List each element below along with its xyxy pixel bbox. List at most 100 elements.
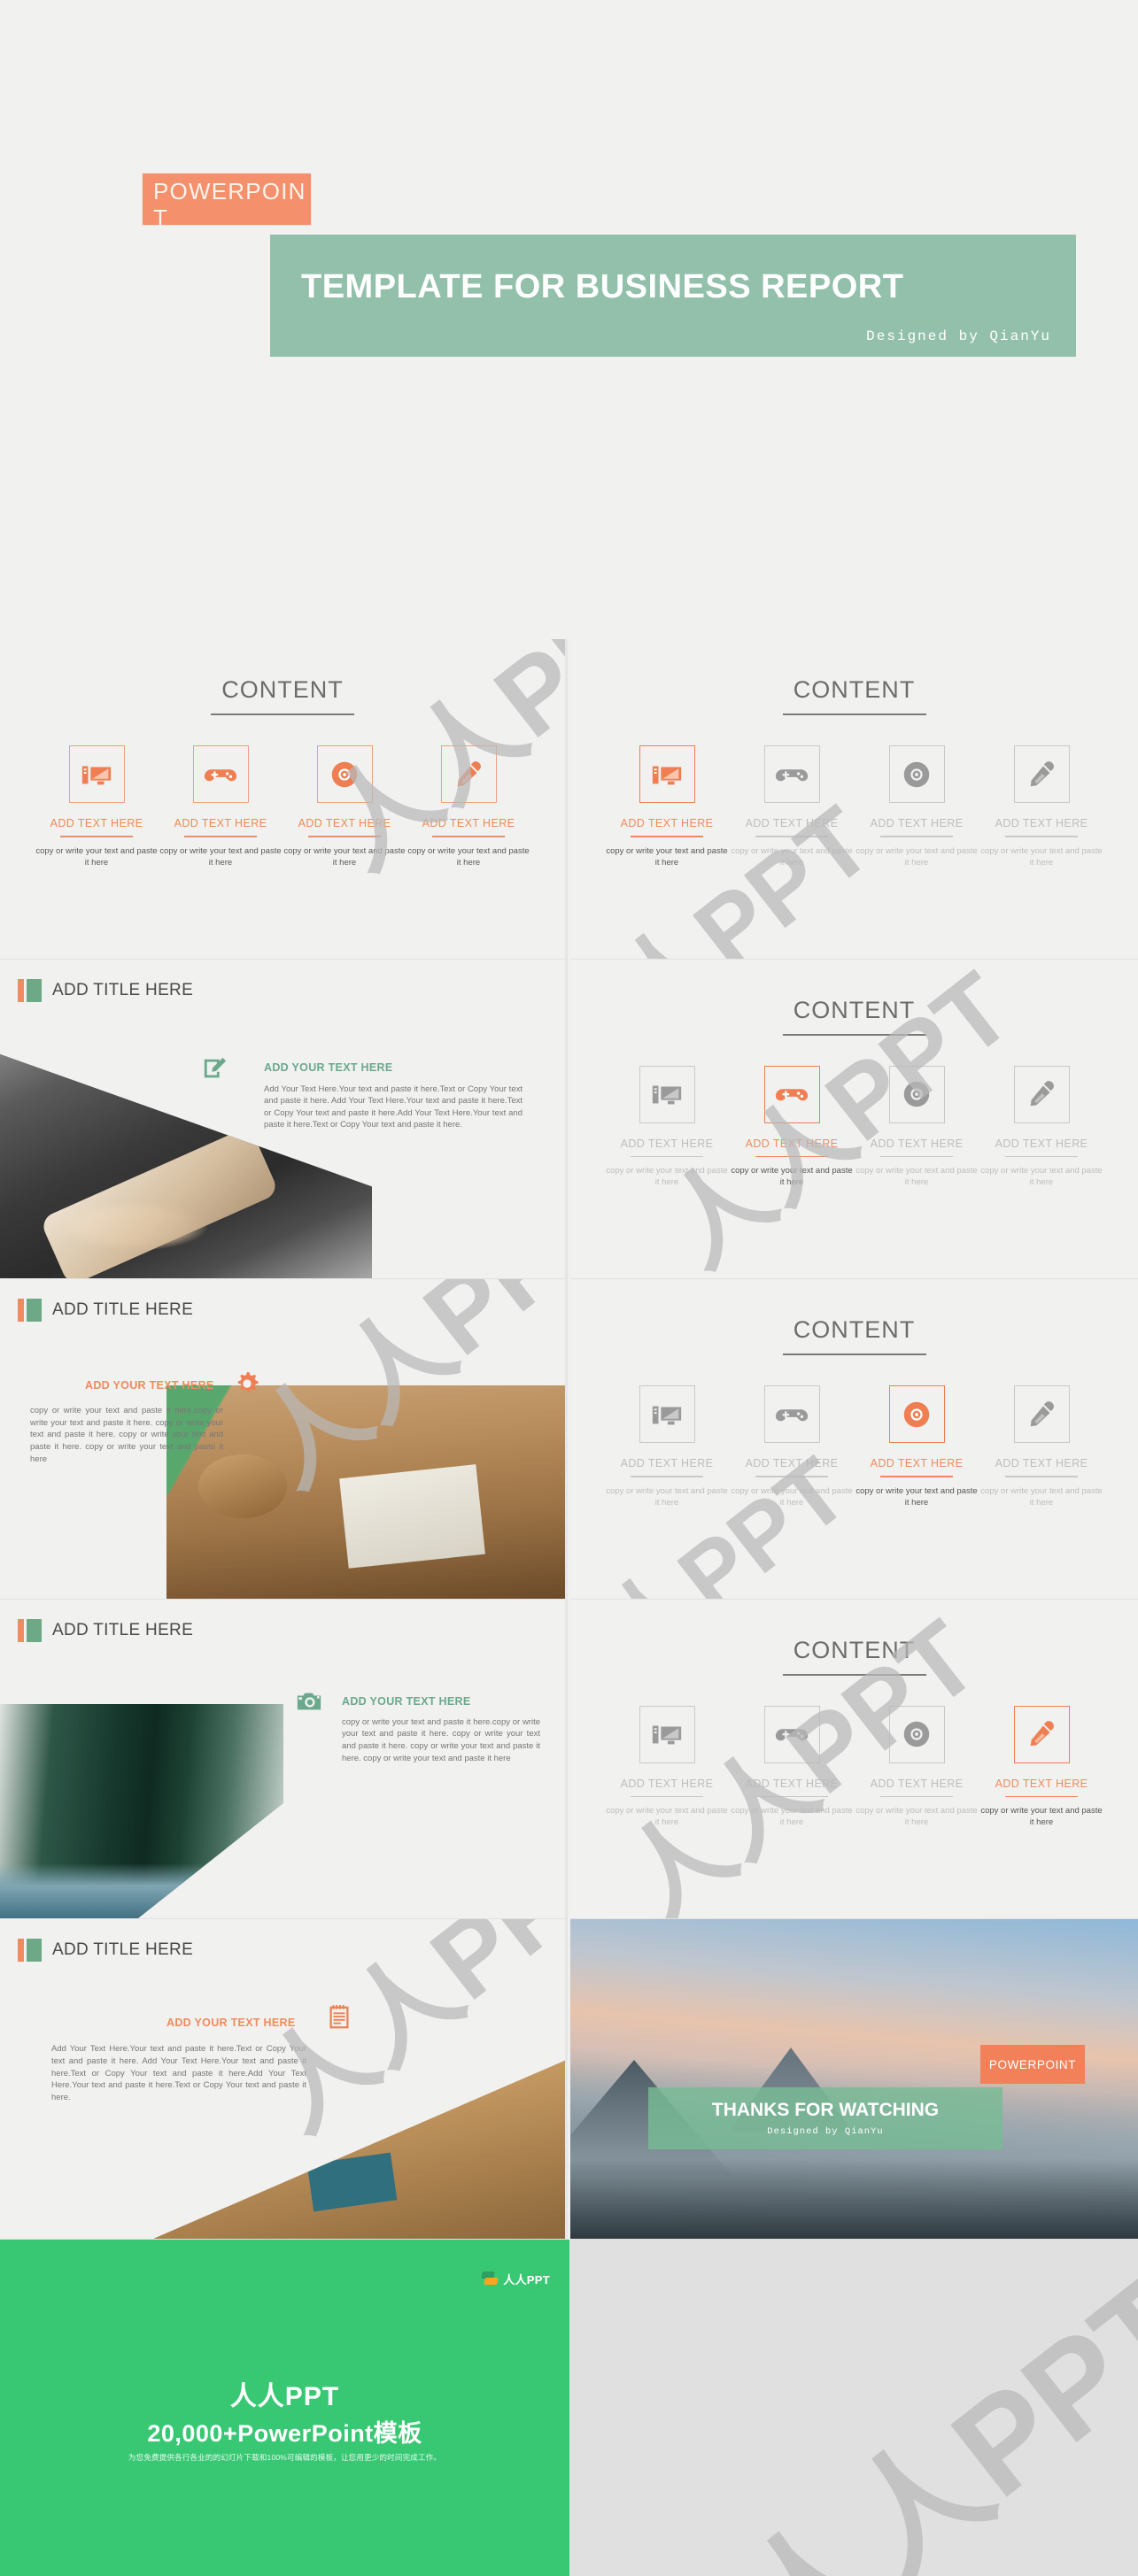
content-item-4[interactable]: ADD TEXT HERE copy or write your text an…: [980, 745, 1103, 868]
slide-row-4: ADD TITLE HERE ADD YOUR TEXT HERE copy o…: [0, 1599, 1138, 1920]
content-item-desc: copy or write your text and paste it her…: [606, 845, 728, 868]
slide-row-5: ADD TITLE HERE ADD YOUR TEXT HERE Add Yo…: [0, 1919, 1138, 2240]
content-item-label: ADD TEXT HERE: [745, 1457, 839, 1470]
content-item-desc: copy or write your text and paste it her…: [606, 1806, 728, 1828]
slide-title: ADD TITLE HERE: [52, 1940, 194, 1960]
content-item-desc: copy or write your text and paste it her…: [731, 1806, 853, 1828]
slide-grid: CONTENT ADD TEXT HERE copy or write your…: [0, 639, 1138, 2240]
content-item-divider: [755, 836, 828, 837]
content-heading-rule: [211, 713, 354, 715]
content-item-label: ADD TEXT HERE: [870, 1457, 964, 1470]
content-item-label: ADD TEXT HERE: [620, 1457, 714, 1470]
content-item-1[interactable]: ADD TEXT HERE copy or write your text an…: [606, 1385, 728, 1508]
eyedropper-icon: [440, 745, 497, 803]
content-item-label: ADD TEXT HERE: [870, 1777, 964, 1790]
content-item-2[interactable]: ADD TEXT HERE copy or write your text an…: [731, 1065, 853, 1189]
content-item-label: ADD TEXT HERE: [422, 817, 515, 829]
content-item-2[interactable]: ADD TEXT HERE copy or write your text an…: [731, 1385, 853, 1508]
content-item-desc: copy or write your text and paste it her…: [855, 845, 978, 868]
slide-title: ADD TITLE HERE: [52, 1620, 194, 1639]
eyedropper-icon: [1013, 745, 1070, 803]
page-title: TEMPLATE FOR BUSINESS REPORT: [301, 268, 904, 305]
slide-content-highlight-3[interactable]: CONTENT ADD TEXT HERE copy or write your…: [570, 1279, 1138, 1600]
content-item-desc: copy or write your text and paste it her…: [35, 845, 158, 868]
notepad-icon: [326, 2004, 352, 2035]
pencil-note-icon: [202, 1055, 228, 1086]
content-item-3[interactable]: ADD TEXT HERE copy or write your text an…: [855, 1065, 978, 1189]
eyedropper-icon: [1013, 1385, 1070, 1444]
slide-content-highlight-4[interactable]: CONTENT ADD TEXT HERE copy or write your…: [570, 1599, 1138, 1920]
content-item-4[interactable]: ADD TEXT HERE copy or write your text an…: [980, 1385, 1103, 1508]
content-item-desc: copy or write your text and paste it her…: [606, 1166, 728, 1188]
content-item-desc: copy or write your text and paste it her…: [731, 1485, 853, 1508]
thanks-banner: THANKS FOR WATCHING Designed by QianYu: [648, 2087, 1003, 2150]
content-item-1[interactable]: ADD TEXT HERE copy or write your text an…: [606, 1705, 728, 1829]
content-item-2[interactable]: ADD TEXT HERE copy or write your text an…: [159, 745, 282, 868]
designer-credit: Designed by QianYu: [767, 2126, 884, 2138]
content-heading-rule: [782, 1354, 926, 1356]
presentation-preview-page: POWERPOINT TEMPLATE FOR BUSINESS REPORT …: [0, 0, 1138, 2576]
slide-subtitle: ADD YOUR TEXT HERE: [342, 1694, 471, 1708]
content-item-divider: [60, 836, 133, 837]
powerpoint-badge: POWERPOINT: [980, 2045, 1085, 2085]
content-item-list: ADD TEXT HERE copy or write your text an…: [606, 1705, 1103, 1829]
slide-header: ADD TITLE HERE: [18, 1618, 194, 1642]
content-item-divider: [432, 836, 505, 837]
content-item-desc: copy or write your text and paste it her…: [159, 845, 282, 868]
content-item-label: ADD TEXT HERE: [995, 817, 1088, 829]
content-item-2[interactable]: ADD TEXT HERE copy or write your text an…: [731, 745, 853, 868]
content-item-1[interactable]: ADD TEXT HERE copy or write your text an…: [35, 745, 158, 868]
brand-logo[interactable]: 人人PPT: [481, 2271, 550, 2287]
content-item-list: ADD TEXT HERE copy or write your text an…: [606, 1065, 1103, 1189]
content-item-desc: copy or write your text and paste it her…: [731, 1166, 853, 1188]
desktop-computer-icon: [639, 745, 695, 803]
footer-promo-panel: 人人PPT 人人PPT 20,000+PowerPoint模板 为您免费提供各行…: [0, 2240, 569, 2576]
content-item-divider: [184, 836, 257, 837]
content-item-2[interactable]: ADD TEXT HERE copy or write your text an…: [731, 1705, 853, 1829]
content-item-divider: [1005, 1795, 1078, 1798]
powerpoint-badge-label: POWERPOINT: [988, 2057, 1077, 2071]
slide-title-image-flatlay[interactable]: ADD TITLE HERE ADD YOUR TEXT HERE Add Yo…: [0, 1919, 568, 2240]
content-item-divider: [755, 1155, 828, 1158]
content-item-divider: [631, 1476, 703, 1477]
content-item-divider: [880, 836, 953, 837]
content-item-desc: copy or write your text and paste it her…: [855, 1485, 978, 1508]
content-heading: CONTENT: [793, 1316, 916, 1344]
gamepad-icon: [763, 1705, 820, 1763]
slide-body-text: Add Your Text Here.Your text and paste i…: [264, 1084, 523, 1130]
disc-icon: [316, 745, 373, 803]
content-item-3[interactable]: ADD TEXT HERE copy or write your text an…: [283, 745, 406, 868]
content-item-1[interactable]: ADD TEXT HERE copy or write your text an…: [606, 745, 728, 868]
logo-text: 人人PPT: [503, 2273, 550, 2287]
disc-icon: [888, 1705, 945, 1763]
slide-title-image-bridge[interactable]: ADD TITLE HERE ADD YOUR TEXT HERE copy o…: [0, 1599, 568, 1920]
content-item-4[interactable]: ADD TEXT HERE copy or write your text an…: [407, 745, 530, 868]
title-slide: POWERPOINT TEMPLATE FOR BUSINESS REPORT …: [0, 0, 1138, 639]
content-item-4[interactable]: ADD TEXT HERE copy or write your text an…: [980, 1705, 1103, 1829]
accent-bar-orange: [18, 978, 24, 1002]
bridge-photo: [0, 1703, 283, 1919]
content-item-4[interactable]: ADD TEXT HERE copy or write your text an…: [980, 1065, 1103, 1189]
content-item-3[interactable]: ADD TEXT HERE copy or write your text an…: [855, 745, 978, 868]
desktop-computer-icon: [639, 1065, 695, 1123]
slide-content-all[interactable]: CONTENT ADD TEXT HERE copy or write your…: [0, 639, 568, 960]
slide-subtitle: ADD YOUR TEXT HERE: [166, 2017, 296, 2030]
slide-content-highlight-1[interactable]: CONTENT ADD TEXT HERE copy or write your…: [570, 639, 1138, 960]
content-item-desc: copy or write your text and paste it her…: [980, 1806, 1103, 1828]
slide-row-2: ADD TITLE HERE ADD YOUR TEXT HERE Add Yo…: [0, 959, 1138, 1280]
content-item-label: ADD TEXT HERE: [995, 1457, 1088, 1470]
content-item-desc: copy or write your text and paste it her…: [980, 1485, 1103, 1508]
content-item-3[interactable]: ADD TEXT HERE copy or write your text an…: [855, 1385, 978, 1508]
slide-title-image-workshop[interactable]: ADD TITLE HERE ADD YOUR TEXT HERE copy o…: [0, 1279, 568, 1600]
powerpoint-badge-label: POWERPOINT: [153, 178, 306, 231]
slide-title-image-phone[interactable]: ADD TITLE HERE ADD YOUR TEXT HERE Add Yo…: [0, 959, 568, 1280]
slide-content-highlight-2[interactable]: CONTENT ADD TEXT HERE copy or write your…: [570, 959, 1138, 1280]
content-item-label: ADD TEXT HERE: [995, 1777, 1088, 1790]
slide-thanks[interactable]: POWERPOINT THANKS FOR WATCHING Designed …: [570, 1919, 1138, 2240]
content-item-1[interactable]: ADD TEXT HERE copy or write your text an…: [606, 1065, 728, 1189]
logo-mark-icon: [481, 2271, 499, 2287]
content-item-3[interactable]: ADD TEXT HERE copy or write your text an…: [855, 1705, 978, 1829]
disc-icon: [888, 1065, 945, 1123]
workshop-desk-photo: [166, 1385, 565, 1599]
content-item-desc: copy or write your text and paste it her…: [980, 1166, 1103, 1188]
